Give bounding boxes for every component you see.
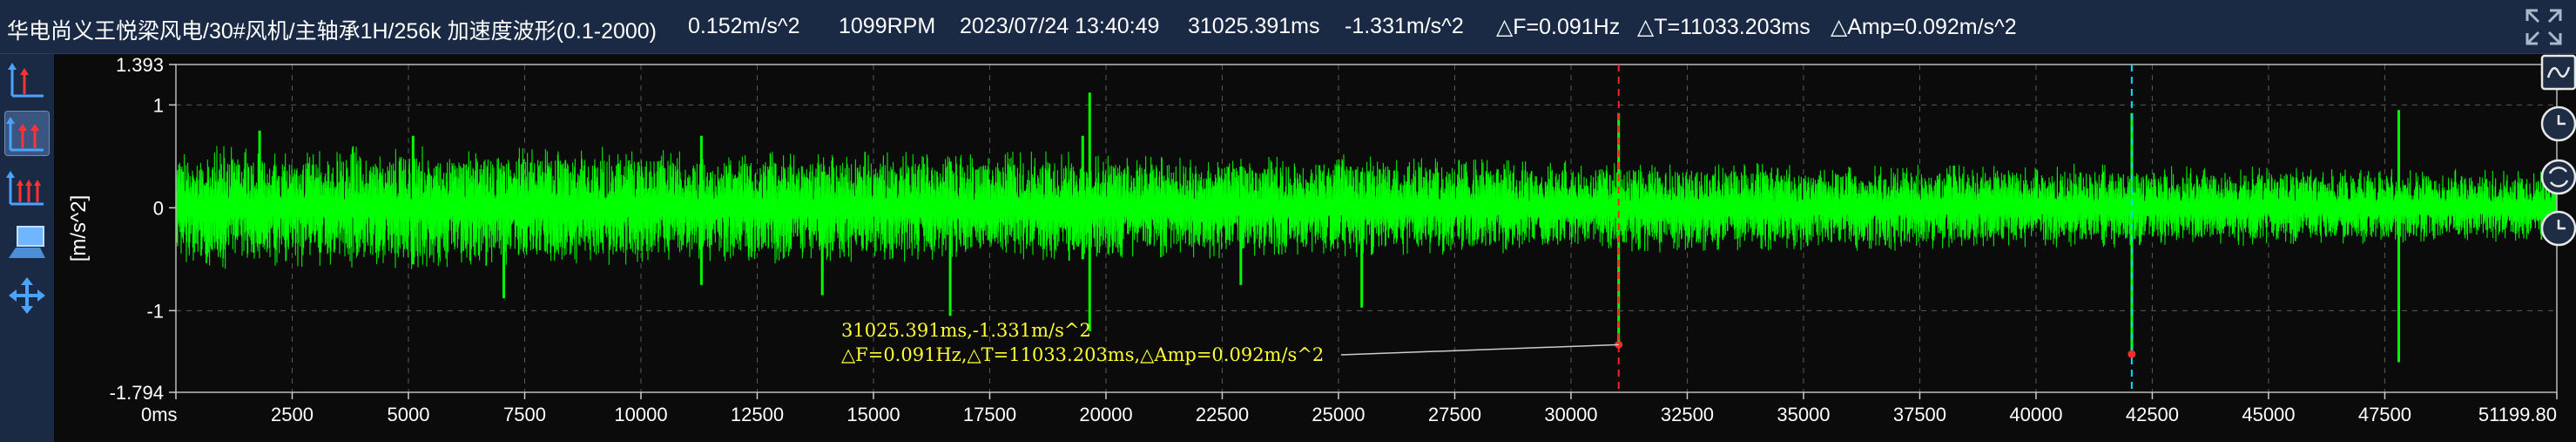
- x-tick-label: 0ms: [141, 404, 178, 425]
- history-icon[interactable]: [2540, 105, 2576, 142]
- waveform-series: [175, 146, 2558, 269]
- x-tick-label: 30000: [1544, 404, 1597, 425]
- y-tick-label: 1.393: [116, 54, 164, 76]
- double-cursor-icon: [6, 117, 44, 152]
- delta-time: △T=11033.203ms: [1637, 15, 1811, 39]
- annotation-leader-line: [1340, 343, 1619, 356]
- x-tick-label: 20000: [1079, 404, 1132, 425]
- x-tick-label: 27500: [1428, 404, 1481, 425]
- x-tick-label: 22500: [1196, 404, 1249, 425]
- delta-frequency: △F=0.091Hz: [1496, 15, 1621, 39]
- cursor-time: 31025.391ms: [1188, 14, 1320, 38]
- annotation-line-1: 31025.391ms,-1.331m/s^2: [841, 320, 1091, 341]
- x-tick-label: 37500: [1893, 404, 1946, 425]
- x-tick-label: 17500: [963, 404, 1016, 425]
- cursor-marker: [2128, 350, 2136, 358]
- single-cursor-button[interactable]: [5, 58, 49, 101]
- double-cursor-button[interactable]: [4, 111, 50, 156]
- cursor-amplitude: -1.331m/s^2: [1345, 14, 1464, 38]
- multi-cursor-button[interactable]: [5, 166, 49, 209]
- annotation-line-2: △F=0.091Hz,△T=11033.203ms,△Amp=0.092m/s^…: [841, 344, 1324, 365]
- move-icon: [9, 277, 45, 314]
- x-tick-label: 47500: [2358, 404, 2411, 425]
- refresh-icon[interactable]: [2540, 159, 2576, 195]
- y-axis-ticks: 1.393 1 0 -1 -1.794: [110, 54, 176, 404]
- multi-cursor-icon: [6, 171, 44, 206]
- delta-amplitude: △Amp=0.092m/s^2: [1831, 15, 2017, 39]
- x-tick-label: 7500: [503, 404, 546, 425]
- x-tick-label: 15000: [846, 404, 900, 425]
- single-cursor-icon: [8, 63, 44, 98]
- x-tick-label: 51199.80: [2478, 404, 2557, 425]
- icon-circle: [2540, 159, 2576, 195]
- x-tick-label: 10000: [614, 404, 667, 425]
- x-tick-label: 42500: [2126, 404, 2179, 425]
- waveform-icon[interactable]: [2540, 54, 2576, 91]
- x-tick-label: 12500: [731, 404, 784, 425]
- x-tick-label: 40000: [2009, 404, 2062, 425]
- x-tick-label: 35000: [1777, 404, 1830, 425]
- x-axis-ticks: 0ms 2500 5000 7500 10000 12500 15000 17500 20000…: [141, 392, 2558, 425]
- display-icon: [9, 226, 45, 258]
- fullscreen-expand-icon[interactable]: [2524, 7, 2564, 47]
- left-toolbar: [0, 54, 54, 442]
- header-bar: 华电尚义王悦梁风电/30#风机/主轴承1H/256k 加速度波形(0.1-200…: [0, 0, 2576, 54]
- x-tick-label: 45000: [2242, 404, 2295, 425]
- clock-icon[interactable]: [2540, 210, 2576, 247]
- timestamp: 2023/07/24 13:40:49: [960, 14, 1160, 38]
- y-tick-label: 1: [153, 94, 164, 116]
- x-tick-label: 32500: [1661, 404, 1714, 425]
- x-tick-label: 2500: [271, 404, 314, 425]
- cursor-annotation: 31025.391ms,-1.331m/s^2 △F=0.091Hz,△T=11…: [841, 320, 1619, 365]
- y-tick-label: 0: [153, 197, 164, 219]
- waveform-line: [175, 146, 2558, 269]
- rms-value: 0.152m/s^2: [688, 14, 800, 38]
- chart-title: 华电尚义王悦梁风电/30#风机/主轴承1H/256k 加速度波形(0.1-200…: [7, 19, 657, 44]
- y-tick-label: -1.794: [110, 382, 164, 404]
- move-button[interactable]: [5, 274, 49, 317]
- y-axis-label: [m/s^2]: [67, 195, 91, 262]
- display-button[interactable]: [5, 220, 49, 263]
- speed-value: 1099RPM: [839, 14, 936, 38]
- waveform-chart: 1.393 1 0 -1 -1.794 0ms 2500 5000 7500 10000 1250…: [67, 54, 2576, 425]
- x-tick-label: 25000: [1312, 404, 1365, 425]
- x-tick-label: 5000: [388, 404, 430, 425]
- y-tick-label: -1: [146, 300, 164, 322]
- right-toolbar: [2540, 54, 2576, 247]
